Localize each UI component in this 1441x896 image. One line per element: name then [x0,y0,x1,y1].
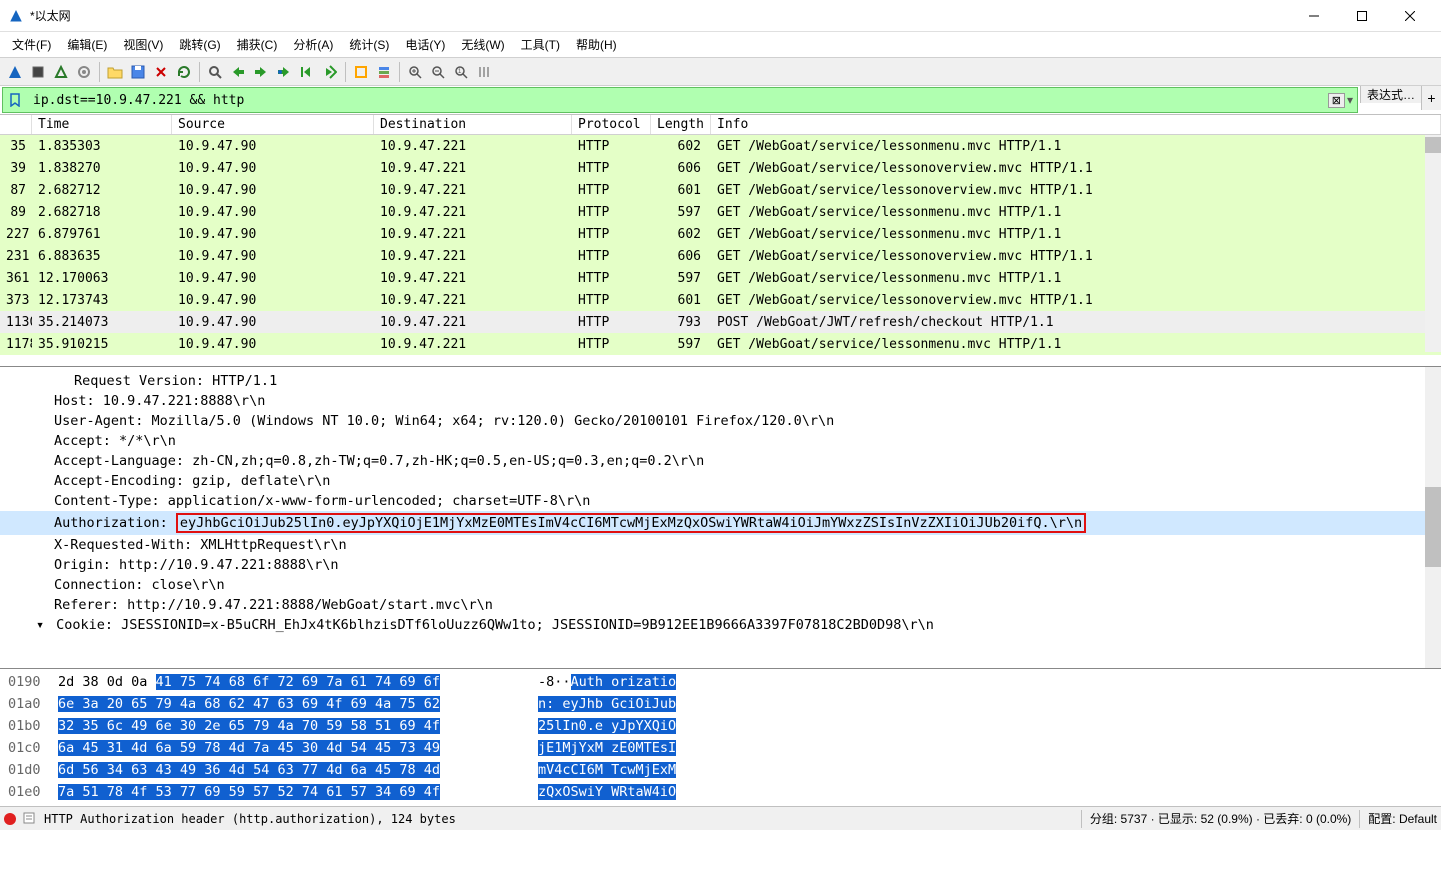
status-packets: 分组: 5737 · 已显示: 52 (0.9%) · 已丢弃: 0 (0.0%… [1090,810,1351,827]
zoom-out-icon[interactable] [427,61,449,83]
app-icon [8,8,24,24]
detail-line[interactable]: Origin: http://10.9.47.221:8888\r\n [0,555,1441,575]
start-capture-icon[interactable] [4,61,26,83]
open-icon[interactable] [104,61,126,83]
hex-line[interactable]: 01d06d 56 34 63 43 49 36 4d 54 63 77 4d … [0,759,1441,781]
restart-capture-icon[interactable] [50,61,72,83]
hex-line[interactable]: 01e07a 51 78 4f 53 77 69 59 57 52 74 61 … [0,781,1441,803]
colorize-icon[interactable] [373,61,395,83]
packet-row[interactable]: 37312.17374310.9.47.9010.9.47.221HTTP601… [0,289,1441,311]
next-icon[interactable] [250,61,272,83]
menu-view[interactable]: 视图(V) [115,33,171,56]
separator [345,62,346,82]
packet-row[interactable]: 872.68271210.9.47.9010.9.47.221HTTP601GE… [0,179,1441,201]
detail-line[interactable]: Authorization: eyJhbGciOiJub25lIn0.eyJpY… [0,511,1441,535]
stop-capture-icon[interactable] [27,61,49,83]
zoom-reset-icon[interactable]: 1 [450,61,472,83]
notepad-icon[interactable] [22,811,38,827]
detail-line[interactable]: X-Requested-With: XMLHttpRequest\r\n [0,535,1441,555]
detail-line[interactable]: Accept-Encoding: gzip, deflate\r\n [0,471,1441,491]
menu-telephony[interactable]: 电话(Y) [397,33,453,56]
hex-line[interactable]: 01b032 35 6c 49 6e 30 2e 65 79 4a 70 59 … [0,715,1441,737]
col-time[interactable]: Time [32,115,172,134]
col-dest[interactable]: Destination [374,115,572,134]
col-info[interactable]: Info [711,115,1441,134]
statusbar: HTTP Authorization header (http.authoriz… [0,806,1441,830]
detail-line[interactable]: Connection: close\r\n [0,575,1441,595]
filter-dropdown-icon[interactable]: ▾ [1347,93,1353,107]
menu-go[interactable]: 跳转(G) [171,33,228,56]
minimize-button[interactable] [1291,1,1337,31]
menu-analyze[interactable]: 分析(A) [285,33,341,56]
menu-tools[interactable]: 工具(T) [513,33,568,56]
detail-line[interactable]: Accept-Language: zh-CN,zh;q=0.8,zh-TW;q=… [0,451,1441,471]
packet-row[interactable]: 391.83827010.9.47.9010.9.47.221HTTP606GE… [0,157,1441,179]
packet-list-header: Time Source Destination Protocol Length … [0,115,1441,135]
vertical-scrollbar[interactable] [1425,135,1441,352]
bookmark-icon[interactable] [6,91,24,109]
expression-button[interactable]: 表达式… [1360,86,1421,103]
packet-row[interactable]: 351.83530310.9.47.9010.9.47.221HTTP602GE… [0,135,1441,157]
packet-row[interactable]: 892.68271810.9.47.9010.9.47.221HTTP597GE… [0,201,1441,223]
col-proto[interactable]: Protocol [572,115,651,134]
hex-line[interactable]: 01a06e 3a 20 65 79 4a 68 62 47 63 69 4f … [0,693,1441,715]
menu-edit[interactable]: 编辑(E) [59,33,115,56]
prev-icon[interactable] [227,61,249,83]
col-source[interactable]: Source [172,115,374,134]
titlebar: *以太网 [0,0,1441,32]
zoom-in-icon[interactable] [404,61,426,83]
detail-line[interactable]: Content-Type: application/x-www-form-url… [0,491,1441,511]
hex-line[interactable]: 01c06a 45 31 4d 6a 59 78 4d 7a 45 30 4d … [0,737,1441,759]
packet-row[interactable]: 36112.17006310.9.47.9010.9.47.221HTTP597… [0,267,1441,289]
toolbar: 1 [0,58,1441,86]
separator [199,62,200,82]
menubar: 文件(F) 编辑(E) 视图(V) 跳转(G) 捕获(C) 分析(A) 统计(S… [0,32,1441,58]
add-filter-button[interactable]: + [1421,86,1441,110]
vertical-scrollbar[interactable] [1425,367,1441,668]
separator [399,62,400,82]
menu-help[interactable]: 帮助(H) [568,33,625,56]
detail-line[interactable]: ▾ Cookie: JSESSIONID=x-B5uCRH_EhJx4tK6bl… [0,615,1441,635]
last-icon[interactable] [319,61,341,83]
maximize-button[interactable] [1339,1,1385,31]
menu-file[interactable]: 文件(F) [4,33,59,56]
packet-list-body[interactable]: 351.83530310.9.47.9010.9.47.221HTTP602GE… [0,135,1441,366]
detail-line[interactable]: Accept: */*\r\n [0,431,1441,451]
find-icon[interactable] [204,61,226,83]
first-icon[interactable] [296,61,318,83]
col-no[interactable] [0,115,32,134]
display-filter-input[interactable] [27,91,1328,110]
reload-icon[interactable] [173,61,195,83]
hex-line[interactable]: 01902d 38 0d 0a 41 75 74 68 6f 72 69 7a … [0,671,1441,693]
resize-columns-icon[interactable] [473,61,495,83]
detail-line[interactable]: User-Agent: Mozilla/5.0 (Windows NT 10.0… [0,411,1441,431]
close-button[interactable] [1387,1,1433,31]
clear-filter-icon[interactable]: ⊠ [1328,93,1345,108]
detail-line[interactable]: Referer: http://10.9.47.221:8888/WebGoat… [0,595,1441,615]
window-title: *以太网 [30,7,1291,24]
menu-statistics[interactable]: 统计(S) [341,33,397,56]
save-icon[interactable] [127,61,149,83]
menu-wireless[interactable]: 无线(W) [453,33,512,56]
packet-list: Time Source Destination Protocol Length … [0,114,1441,366]
expert-info-icon[interactable] [4,813,16,825]
packet-details[interactable]: Request Version: HTTP/1.1Host: 10.9.47.2… [0,366,1441,668]
detail-line[interactable]: Host: 10.9.47.221:8888\r\n [0,391,1441,411]
options-icon[interactable] [73,61,95,83]
status-field-info: HTTP Authorization header (http.authoriz… [44,812,456,826]
close-file-icon[interactable] [150,61,172,83]
packet-row[interactable]: 117835.91021510.9.47.9010.9.47.221HTTP59… [0,333,1441,355]
separator [99,62,100,82]
jump-icon[interactable] [273,61,295,83]
detail-line[interactable]: Request Version: HTTP/1.1 [0,371,1441,391]
display-filter-bar: ⊠ ▾ [2,87,1358,113]
packet-row[interactable]: 2316.88363510.9.47.9010.9.47.221HTTP606G… [0,245,1441,267]
packet-row[interactable]: 2276.87976110.9.47.9010.9.47.221HTTP602G… [0,223,1441,245]
autoscroll-icon[interactable] [350,61,372,83]
packet-bytes[interactable]: 01902d 38 0d 0a 41 75 74 68 6f 72 69 7a … [0,668,1441,806]
packet-row[interactable]: 113035.21407310.9.47.9010.9.47.221HTTP79… [0,311,1441,333]
col-length[interactable]: Length [651,115,711,134]
menu-capture[interactable]: 捕获(C) [229,33,286,56]
status-profile[interactable]: 配置: Default [1368,810,1437,827]
